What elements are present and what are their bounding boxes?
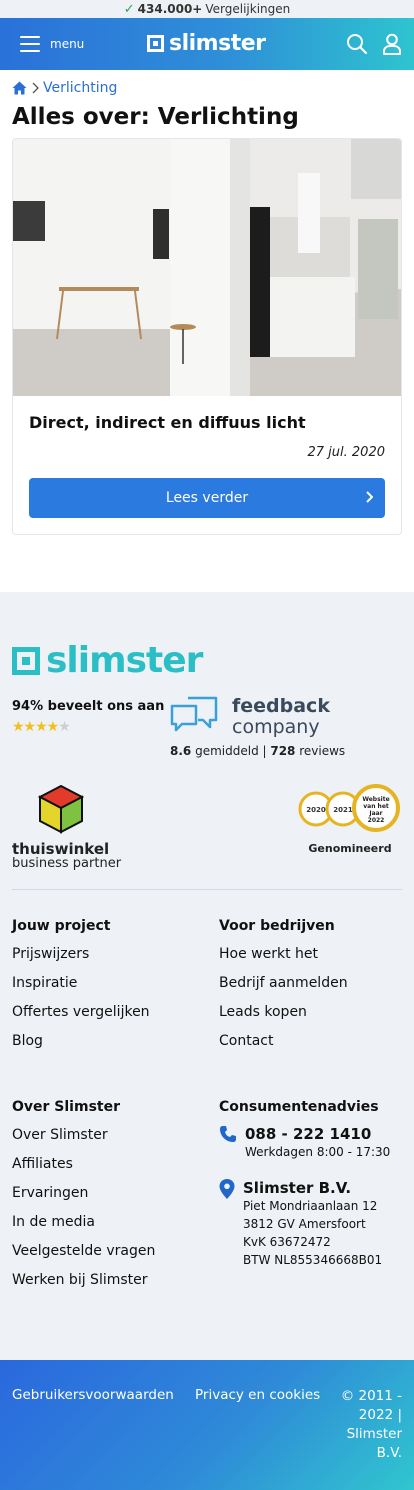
- copyright-text: © 2011 - 2022 | Slimster B.V.: [340, 1388, 402, 1461]
- recommendation-block: 94% beveelt ons aan ★★★★★: [12, 699, 164, 735]
- company-name: Slimster B.V.: [243, 1179, 352, 1197]
- footer-link-ervaringen[interactable]: Ervaringen: [12, 1185, 202, 1202]
- chevron-right-icon: [32, 82, 39, 94]
- home-icon[interactable]: [12, 81, 27, 95]
- kvk-number: KvK 63672472: [243, 1235, 331, 1249]
- award-medals-icon: 2020 2021 Website van het Jaar 2022: [298, 784, 400, 832]
- chevron-right-icon: [366, 491, 373, 503]
- footer-link-bedrijf-aanmelden[interactable]: Bedrijf aanmelden: [219, 975, 409, 992]
- award-year-2021: 2021: [333, 806, 353, 814]
- footer-link-prijswijzers[interactable]: Prijswijzers: [12, 946, 202, 963]
- btw-number: BTW NL855346668B01: [243, 1253, 383, 1267]
- thuiswinkel-line2: business partner: [12, 856, 122, 871]
- footer-link-blog[interactable]: Blog: [12, 1033, 202, 1050]
- interior-photo: [13, 139, 401, 396]
- footer-divider: [12, 889, 402, 890]
- checkmark-icon: ✓: [123, 1, 135, 17]
- logo-text: slimster: [169, 31, 266, 56]
- top-usp-bar: ✓ 434.000+ Vergelijkingen: [0, 0, 414, 18]
- phone-block[interactable]: 088 - 222 1410 Werkdagen 8:00 - 17:30: [219, 1125, 409, 1161]
- privacy-link[interactable]: Privacy en cookies: [195, 1387, 320, 1403]
- article-title[interactable]: Direct, indirect en diffuus licht: [29, 413, 385, 432]
- user-account-icon[interactable]: [382, 33, 402, 55]
- footer-col-about: Over Slimster Over Slimster Affiliates E…: [12, 1099, 202, 1289]
- score-value: 8.6: [170, 744, 192, 758]
- address-block: Slimster B.V. Piet Mondriaanlaan 12 3812…: [219, 1179, 409, 1269]
- feedback-company-widget[interactable]: feedback company 8.6 gemiddeld | 728 rev…: [170, 696, 345, 758]
- thuiswinkel-cube-icon: [37, 784, 85, 834]
- col-heading-project: Jouw project: [12, 918, 111, 934]
- star-rating: ★★★★★: [12, 719, 71, 735]
- address-line2: 3812 GV Amersfoort: [243, 1217, 366, 1231]
- footer-logo[interactable]: slimster: [12, 640, 203, 681]
- footer-link-hoe-werkt-het[interactable]: Hoe werkt het: [219, 946, 409, 963]
- score-label: gemiddeld: [195, 744, 259, 758]
- footer-logo-text: slimster: [46, 640, 203, 681]
- location-pin-icon: [219, 1179, 235, 1199]
- feedback-score: 8.6 gemiddeld | 728 reviews: [170, 744, 346, 758]
- footer-link-in-de-media[interactable]: In de media: [12, 1214, 202, 1231]
- award-label: Genomineerd: [308, 842, 392, 855]
- svg-text:2022: 2022: [368, 817, 385, 824]
- feedback-title: feedback: [232, 695, 330, 717]
- site-logo[interactable]: slimster: [147, 31, 266, 56]
- svg-text:Website: Website: [362, 796, 389, 803]
- col-heading-about: Over Slimster: [12, 1099, 120, 1115]
- phone-icon: [220, 1126, 236, 1142]
- reviews-label: reviews: [299, 744, 346, 758]
- read-more-label: Lees verder: [165, 490, 249, 506]
- svg-text:Jaar: Jaar: [368, 810, 382, 817]
- opening-hours: Werkdagen 8:00 - 17:30: [245, 1145, 391, 1159]
- footer-link-affiliates[interactable]: Affiliates: [12, 1156, 202, 1173]
- svg-text:van het: van het: [363, 803, 389, 810]
- slimster-logo-icon: [147, 35, 164, 52]
- footer-link-inspiratie[interactable]: Inspiratie: [12, 975, 202, 992]
- col-heading-consumer: Consumentenadvies: [219, 1099, 379, 1115]
- footer-col-project: Jouw project Prijswijzers Inspiratie Off…: [12, 918, 202, 1050]
- feedback-subtitle: company: [232, 716, 320, 738]
- footer-link-contact[interactable]: Contact: [219, 1033, 409, 1050]
- recommend-text: 94% beveelt ons aan: [12, 699, 165, 714]
- site-header: menu slimster: [0, 18, 414, 70]
- speech-bubbles-icon: [170, 696, 218, 732]
- search-icon[interactable]: [346, 33, 368, 55]
- footer-link-faq[interactable]: Veelgestelde vragen: [12, 1243, 202, 1260]
- article-date: 27 jul. 2020: [307, 445, 386, 460]
- col-heading-business: Voor bedrijven: [219, 918, 335, 934]
- terms-link[interactable]: Gebruikersvoorwaarden: [12, 1387, 174, 1403]
- footer-link-leads-kopen[interactable]: Leads kopen: [219, 1004, 409, 1021]
- award-year-2020: 2020: [306, 806, 326, 814]
- menu-label[interactable]: menu: [50, 37, 84, 51]
- page-title: Alles over: Verlichting: [12, 104, 299, 130]
- comparisons-label: Vergelijkingen: [205, 2, 291, 16]
- bottom-legal-bar: Gebruikersvoorwaarden Privacy en cookies…: [0, 1360, 414, 1490]
- article-card[interactable]: Direct, indirect en diffuus licht 27 jul…: [12, 138, 402, 535]
- phone-number[interactable]: 088 - 222 1410: [245, 1125, 390, 1143]
- footer-link-offertes[interactable]: Offertes vergelijken: [12, 1004, 202, 1021]
- footer-link-werken-bij[interactable]: Werken bij Slimster: [12, 1272, 202, 1289]
- hamburger-menu-icon[interactable]: [20, 36, 40, 52]
- address-line1: Piet Mondriaanlaan 12: [243, 1199, 378, 1213]
- awards-badge[interactable]: 2020 2021 Website van het Jaar 2022 Geno…: [298, 784, 402, 855]
- reviews-count: 728: [270, 744, 296, 758]
- footer-col-business: Voor bedrijven Hoe werkt het Bedrijf aan…: [219, 918, 409, 1050]
- breadcrumb: Verlichting: [12, 79, 402, 97]
- site-footer: slimster 94% beveelt ons aan ★★★★★ feedb…: [0, 592, 414, 1360]
- comparisons-count: 434.000+: [137, 2, 203, 16]
- article-image[interactable]: [13, 139, 401, 396]
- read-more-button[interactable]: Lees verder: [29, 478, 385, 518]
- footer-link-over-slimster[interactable]: Over Slimster: [12, 1127, 202, 1144]
- slimster-logo-icon: [12, 646, 40, 675]
- footer-col-consumer: Consumentenadvies 088 - 222 1410 Werkdag…: [219, 1099, 409, 1269]
- thuiswinkel-badge[interactable]: thuiswinkel business partner: [12, 784, 122, 871]
- thuiswinkel-line1: thuiswinkel: [12, 840, 110, 858]
- breadcrumb-current[interactable]: Verlichting: [43, 80, 117, 96]
